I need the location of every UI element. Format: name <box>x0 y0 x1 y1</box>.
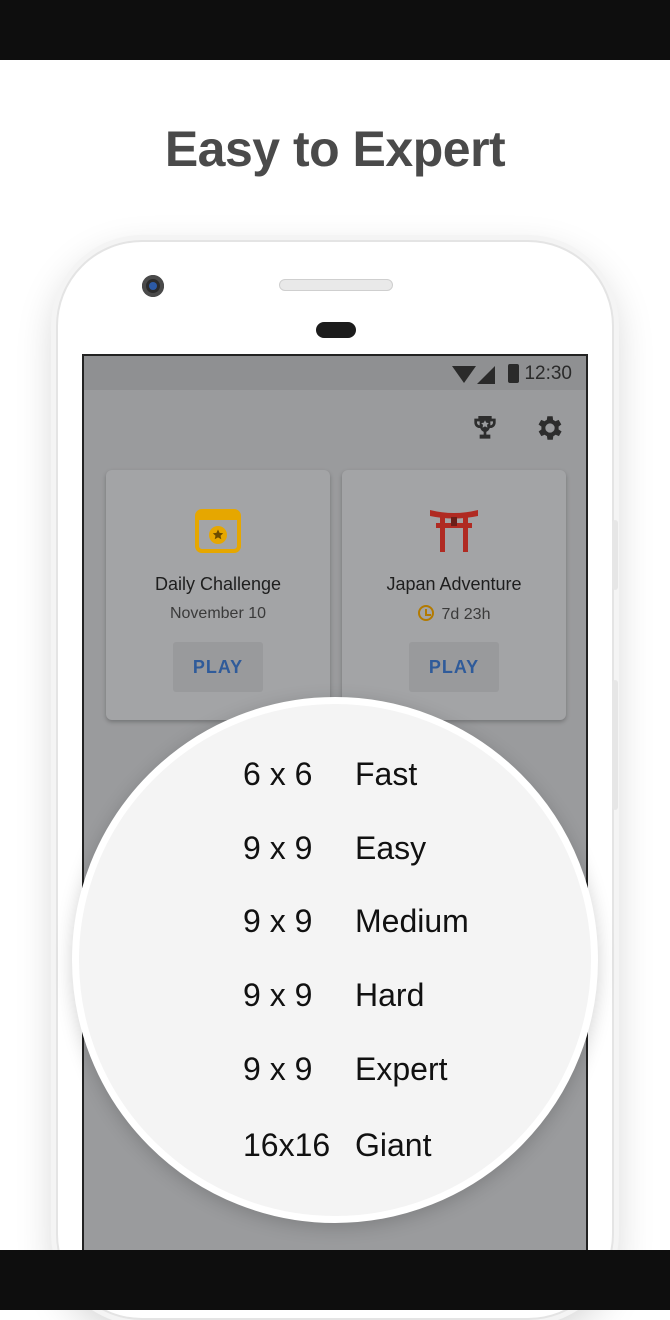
daily-challenge-card[interactable]: Daily Challenge November 10 PLAY <box>106 470 330 720</box>
clock-icon <box>417 605 434 621</box>
calendar-star-icon <box>195 509 241 553</box>
mode-row-hard[interactable]: 9 x 9 Hard <box>79 977 605 1017</box>
mode-row-fast[interactable]: 6 x 6 Fast <box>79 756 605 796</box>
mode-size: 9 x 9 <box>243 830 313 866</box>
headline: Easy to Expert <box>164 121 506 177</box>
daily-play-button[interactable]: PLAY <box>173 642 263 692</box>
signal-icon <box>477 366 495 384</box>
card-date: November 10 <box>169 605 267 622</box>
mode-size: 6 x 6 <box>243 756 313 792</box>
mode-row-medium[interactable]: 9 x 9 Medium <box>79 903 605 943</box>
status-bar: 12:30 <box>84 356 586 390</box>
mode-row-giant[interactable]: 16x16 Giant <box>79 1127 605 1167</box>
battery-icon <box>508 364 519 383</box>
card-title: Daily Challenge <box>154 574 282 594</box>
top-black-band <box>0 0 670 60</box>
mode-row-expert[interactable]: 9 x 9 Expert <box>79 1051 605 1091</box>
gear-icon[interactable] <box>534 412 566 444</box>
mode-name: Medium <box>355 903 469 939</box>
earpiece-speaker <box>279 279 393 291</box>
front-camera-icon <box>142 275 164 297</box>
mode-size: 9 x 9 <box>243 1051 313 1087</box>
mode-size: 9 x 9 <box>243 903 313 939</box>
wifi-icon <box>452 366 476 383</box>
mode-name: Giant <box>355 1127 432 1163</box>
mode-name: Fast <box>355 756 418 792</box>
phone-volume-button <box>612 680 618 810</box>
mode-size: 9 x 9 <box>243 977 313 1013</box>
mode-size: 16x16 <box>243 1127 331 1163</box>
torii-gate-icon <box>430 510 478 552</box>
mode-name: Hard <box>355 977 425 1013</box>
phone-side-button <box>612 520 618 590</box>
trophy-icon[interactable] <box>469 412 501 444</box>
adventure-play-button[interactable]: PLAY <box>409 642 499 692</box>
card-timer: 7d 23h <box>342 605 566 624</box>
mode-name: Easy <box>355 830 427 866</box>
status-time: 12:30 <box>524 363 572 384</box>
proximity-sensor <box>316 322 356 338</box>
mode-row-easy[interactable]: 9 x 9 Easy <box>79 830 605 870</box>
card-title: Japan Adventure <box>386 574 522 594</box>
timer-text: 7d 23h <box>441 606 491 623</box>
difficulty-magnifier: 6 x 6 Fast 9 x 9 Easy 9 x 9 Medium 9 x 9… <box>72 697 598 1223</box>
mode-name: Expert <box>355 1051 448 1087</box>
japan-adventure-card[interactable]: Japan Adventure 7d 23h PLAY <box>342 470 566 720</box>
bottom-black-band <box>0 1250 670 1310</box>
